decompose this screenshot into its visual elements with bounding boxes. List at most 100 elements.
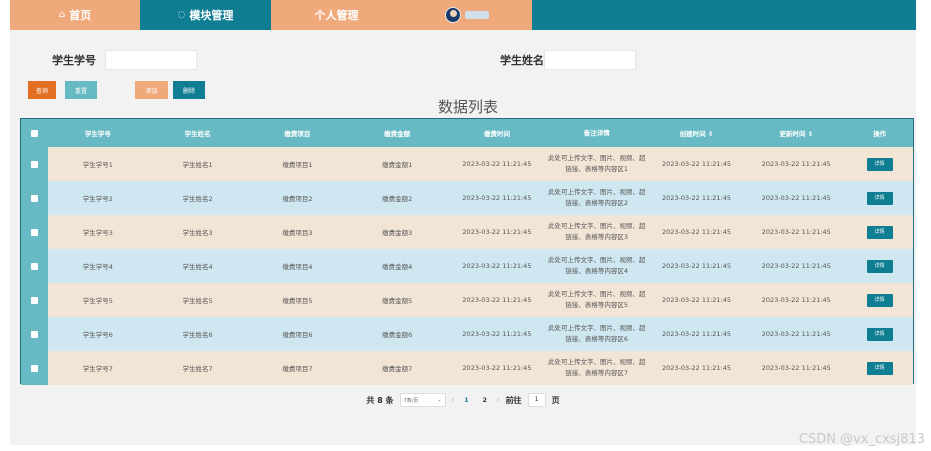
cell-fee-item: 缴费项目6	[282, 331, 313, 339]
detail-button[interactable]: 详情	[866, 259, 893, 273]
cell-actions: 详情	[846, 157, 913, 171]
cell-fee-amount: 缴费金额7	[382, 365, 413, 373]
detail-button[interactable]: 详情	[866, 327, 893, 341]
table-row: 学生学号1 学生姓名1 缴费项目1 缴费金额1 2023-03-22 11:21:45 此…	[21, 147, 913, 181]
nav-module-management[interactable]: ◌ 模块管理	[140, 0, 271, 30]
student-name-label: 学生姓名	[500, 54, 544, 67]
table-row: 学生学号5 学生姓名5 缴费项目5 缴费金额5 2023-03-22 11:21:45 此…	[21, 283, 913, 317]
cell-actions: 详情	[846, 225, 913, 239]
header-created-time[interactable]: 创建时间 ⇕	[647, 128, 747, 138]
cell-fee-time: 2023-03-22 11:21:45	[462, 296, 532, 304]
page-body: ⌂ 首页 ◌ 模块管理 个人管理 学生学号 学生姓名 查询 重置 添加 删除 数…	[10, 0, 916, 445]
cell-actions: 详情	[846, 327, 913, 341]
student-no-label: 学生学号	[52, 54, 96, 67]
cell-fee-item: 缴费项目5	[282, 297, 313, 305]
cell-fee-amount: 缴费金额5	[382, 297, 413, 305]
select-all-checkbox[interactable]	[21, 119, 48, 147]
cell-fee-item: 缴费项目2	[282, 195, 313, 203]
cell-created-time: 2023-03-22 11:21:45	[661, 262, 732, 270]
header-student-no: 学生学号	[84, 130, 111, 138]
row-checkbox[interactable]	[21, 147, 48, 181]
cell-remark: 此处可上传文字、图片、视频、超链接、表格等内容区4	[547, 256, 646, 275]
nav-module-label: 模块管理	[189, 9, 234, 22]
checkbox-box	[30, 330, 38, 338]
table-body: 学生学号1 学生姓名1 缴费项目1 缴费金额1 2023-03-22 11:21:45 此…	[21, 147, 913, 385]
delete-button[interactable]: 删除	[173, 81, 205, 99]
nav-personal-management[interactable]: 个人管理	[271, 0, 402, 30]
cell-student-no: 学生学号2	[82, 195, 113, 203]
cell-updated-time: 2023-03-22 11:21:45	[761, 194, 831, 202]
goto-page-input[interactable]: 1	[527, 393, 546, 407]
page-suffix: 页	[551, 395, 560, 405]
page-size-select[interactable]: 7条/页 ⌄	[399, 393, 446, 407]
page-size-value: 7条/页	[403, 397, 419, 404]
cell-fee-item: 缴费项目3	[282, 229, 313, 237]
detail-button[interactable]: 详情	[866, 225, 893, 239]
cell-remark: 此处可上传文字、图片、视频、超链接、表格等内容区5	[547, 290, 646, 309]
row-checkbox[interactable]	[21, 215, 48, 249]
cell-remark: 此处可上传文字、图片、视频、超链接、表格等内容区1	[547, 154, 646, 173]
cell-fee-time: 2023-03-22 11:21:45	[462, 160, 532, 168]
cell-remark: 此处可上传文字、图片、视频、超链接、表格等内容区3	[547, 222, 646, 241]
add-button[interactable]: 添加	[135, 81, 168, 99]
row-checkbox[interactable]	[21, 317, 48, 351]
header-student-name: 学生姓名	[184, 130, 211, 138]
detail-button[interactable]: 详情	[866, 361, 893, 375]
cell-created-time: 2023-03-22 11:21:45	[661, 364, 732, 372]
pagination: 共 8 条 7条/页 ⌄ ‹ 1 2 › 前往 1 页	[10, 393, 916, 407]
cell-fee-time: 2023-03-22 11:21:45	[462, 364, 532, 372]
goto-label: 前往	[505, 395, 522, 405]
detail-button[interactable]: 详情	[866, 293, 893, 307]
cell-student-no: 学生学号3	[82, 229, 113, 237]
cell-remark: 此处可上传文字、图片、视频、超链接、表格等内容区7	[547, 358, 646, 377]
cell-student-name: 学生姓名4	[182, 263, 213, 271]
cell-created-time: 2023-03-22 11:21:45	[661, 228, 732, 236]
row-checkbox[interactable]	[21, 351, 48, 385]
cell-fee-amount: 缴费金额2	[382, 195, 413, 203]
cell-student-no: 学生学号7	[82, 365, 113, 373]
cell-fee-time: 2023-03-22 11:21:45	[462, 330, 532, 338]
cell-student-no: 学生学号6	[82, 331, 113, 339]
avatar	[445, 7, 461, 23]
page-number-1[interactable]: 1	[460, 397, 472, 404]
table-row: 学生学号6 学生姓名6 缴费项目6 缴费金额6 2023-03-22 11:21:45 此…	[21, 317, 913, 351]
row-checkbox[interactable]	[21, 249, 48, 283]
header-remark: 备注详情	[583, 128, 610, 137]
checkbox-box	[30, 296, 38, 304]
cell-student-name: 学生姓名6	[182, 331, 213, 339]
nav-personal-label: 个人管理	[314, 9, 359, 22]
query-button[interactable]: 查询	[28, 81, 56, 99]
student-name-input[interactable]	[544, 50, 636, 70]
cell-student-name: 学生姓名7	[182, 365, 213, 373]
row-checkbox[interactable]	[21, 181, 48, 215]
cell-fee-item: 缴费项目1	[282, 161, 313, 169]
nav-user[interactable]	[402, 0, 532, 30]
cell-student-name: 学生姓名5	[182, 297, 213, 305]
prev-page-icon[interactable]: ‹	[452, 396, 455, 404]
module-icon: ◌	[177, 10, 186, 20]
table-row: 学生学号2 学生姓名2 缴费项目2 缴费金额2 2023-03-22 11:21:45 此…	[21, 181, 913, 215]
header-fee-time: 缴费时间	[483, 130, 510, 138]
data-table: 学生学号 学生姓名 缴费项目 缴费金额 缴费时间 备注详情 创建时间 ⇕ 更新时…	[20, 118, 914, 385]
nav-filler	[532, 0, 916, 30]
checkbox-box	[30, 262, 38, 270]
user-name-blurred	[465, 11, 489, 19]
student-no-input[interactable]	[105, 50, 197, 70]
cell-updated-time: 2023-03-22 11:21:45	[761, 160, 831, 168]
next-page-icon[interactable]: ›	[497, 396, 500, 404]
cell-student-no: 学生学号5	[82, 297, 113, 305]
cell-actions: 详情	[846, 293, 913, 307]
cell-created-time: 2023-03-22 11:21:45	[661, 194, 732, 202]
page-number-2[interactable]: 2	[479, 397, 491, 404]
detail-button[interactable]: 详情	[866, 191, 893, 205]
cell-fee-amount: 缴费金额4	[382, 263, 413, 271]
cell-updated-time: 2023-03-22 11:21:45	[761, 364, 831, 372]
header-updated-time[interactable]: 更新时间 ⇕	[746, 128, 846, 138]
header-actions: 操作	[873, 130, 887, 138]
checkbox-box	[30, 129, 38, 137]
row-checkbox[interactable]	[21, 283, 48, 317]
checkbox-box	[30, 194, 38, 202]
reset-button[interactable]: 重置	[65, 81, 97, 99]
detail-button[interactable]: 详情	[866, 157, 893, 171]
nav-home[interactable]: ⌂ 首页	[10, 0, 140, 30]
